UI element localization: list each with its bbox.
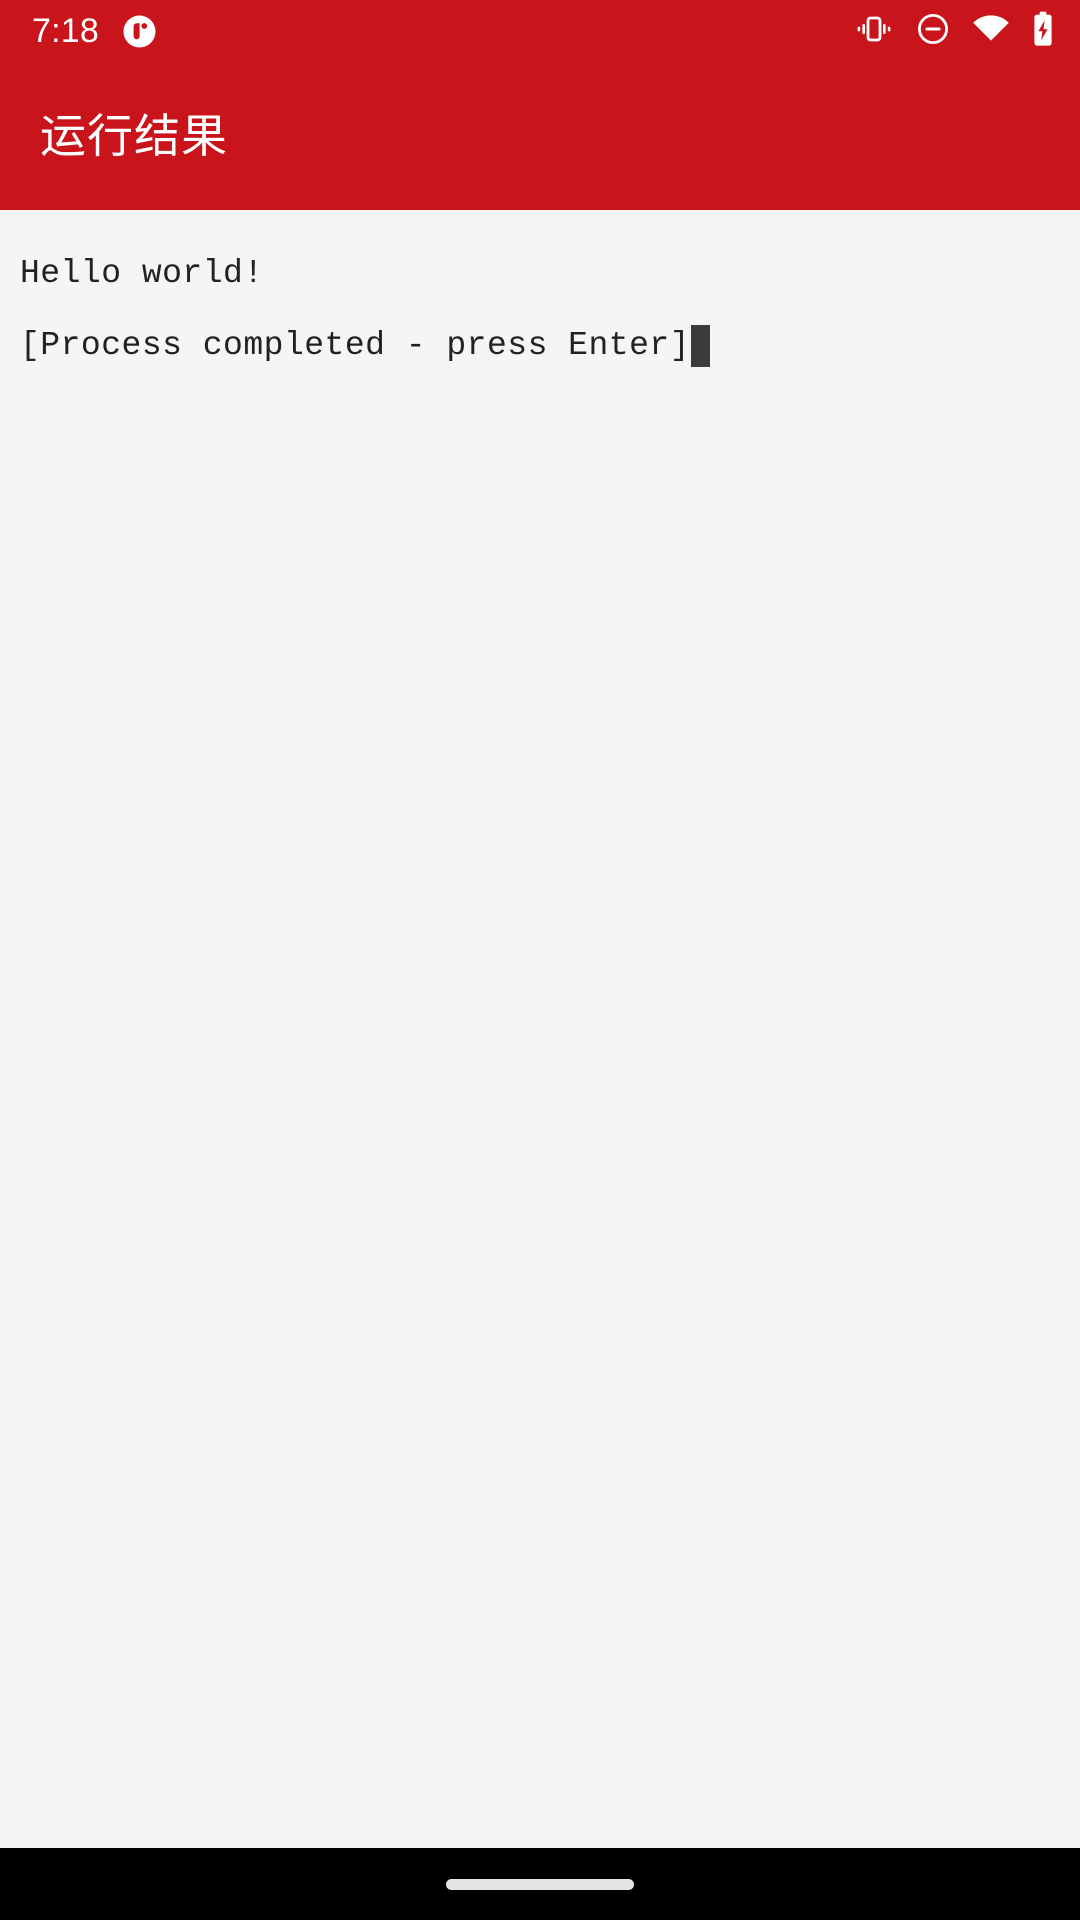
page-title: 运行结果 <box>40 109 228 162</box>
gesture-navigation-bar <box>0 1848 1080 1920</box>
status-bar-icons <box>854 11 1054 52</box>
phone-screen: 7:18 运行结果 Hello world! [Process complete… <box>0 0 1080 1920</box>
status-bar-left: 7:18 <box>32 14 156 48</box>
terminal-output-area[interactable]: Hello world! [Process completed - press … <box>0 210 1080 1848</box>
status-bar: 7:18 <box>0 0 1080 62</box>
terminal-line-status: [Process completed - press Enter] <box>20 327 691 364</box>
gesture-home-handle[interactable] <box>446 1878 634 1890</box>
app-bar: 运行结果 <box>0 62 1080 210</box>
battery-charging-icon <box>1032 11 1054 52</box>
wifi-icon <box>972 12 1010 51</box>
terminal-cursor-block <box>691 325 711 367</box>
vibrate-icon <box>854 12 894 51</box>
terminal-line-output: Hello world! <box>20 255 264 292</box>
terminal-line-status-row: [Process completed - press Enter] <box>20 310 1060 382</box>
status-bar-clock: 7:18 <box>32 12 99 50</box>
qpython-app-icon[interactable] <box>123 15 156 48</box>
do-not-disturb-icon <box>916 12 950 51</box>
